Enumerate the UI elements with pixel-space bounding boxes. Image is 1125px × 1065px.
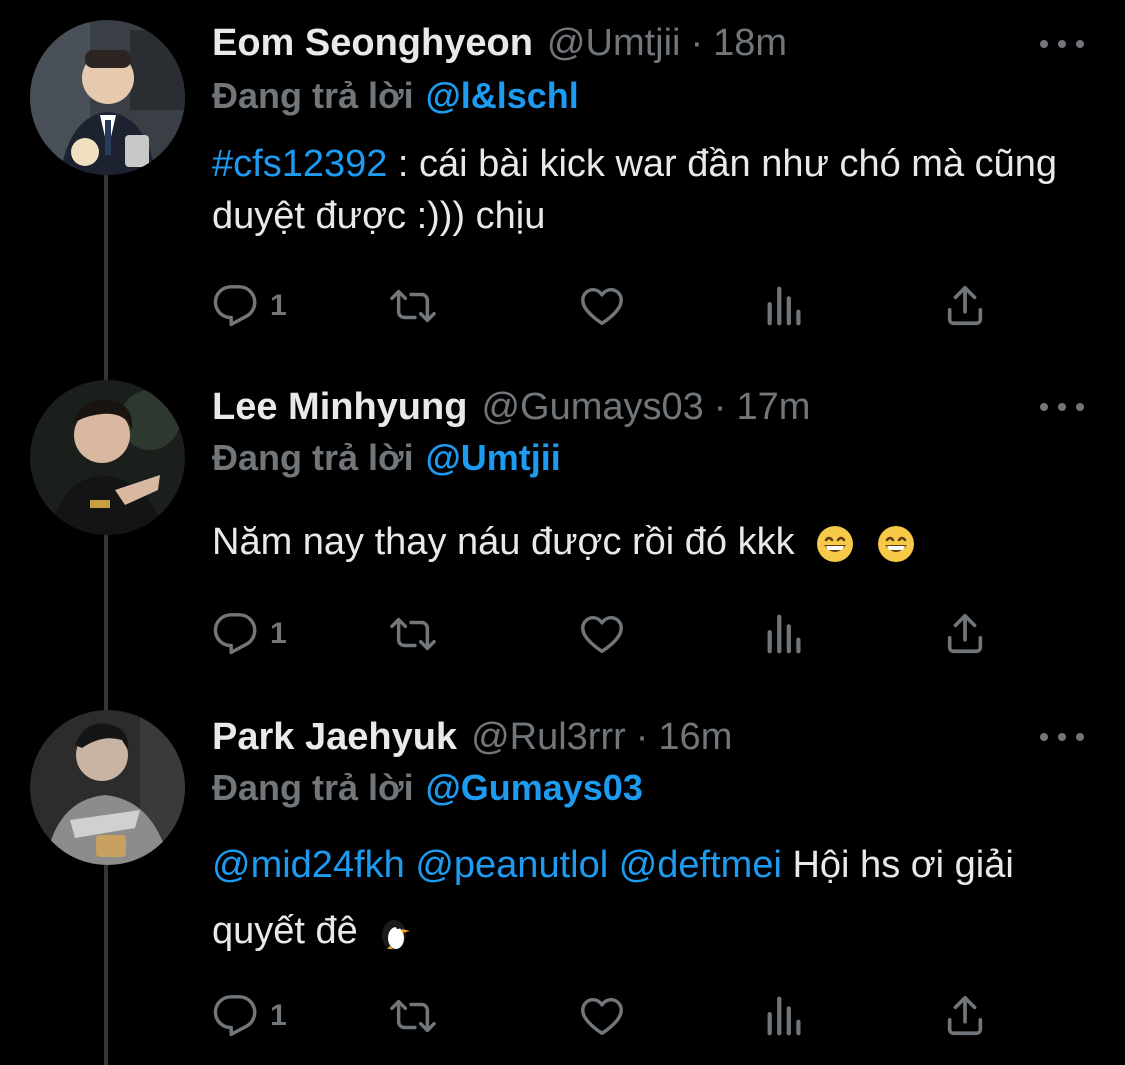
tweet-text: Năm nay thay náu được rồi đó kkk — [212, 516, 1092, 568]
like-button[interactable] — [579, 608, 625, 660]
mention-link[interactable]: @mid24fkh — [212, 844, 405, 886]
like-button[interactable] — [579, 990, 625, 1042]
share-icon — [947, 285, 983, 326]
reply-count: 1 — [270, 999, 287, 1032]
more-options-icon[interactable] — [1040, 727, 1084, 747]
tweet-text: @mid24fkh @peanutlol @deftmei Hội hs ơi … — [212, 832, 1092, 964]
user-handle[interactable]: @Rul3rrr — [471, 716, 626, 759]
replying-to-label: Đang trả lời — [212, 767, 414, 808]
reply-count: 1 — [270, 617, 287, 650]
timestamp[interactable]: 17m — [736, 386, 810, 429]
hashtag-link[interactable]: #cfs12392 — [212, 143, 387, 185]
avatar-image — [30, 20, 185, 175]
action-bar: 1 — [212, 608, 1012, 660]
replying-to-user[interactable]: @Gumays03 — [426, 767, 643, 809]
share-button[interactable] — [942, 990, 988, 1042]
views-button[interactable] — [762, 608, 808, 660]
user-handle[interactable]: @Gumays03 — [481, 386, 703, 429]
tweet-body: Năm nay thay náu được rồi đó kkk — [212, 521, 795, 563]
retweet-button[interactable] — [390, 608, 436, 660]
reply-count: 1 — [270, 289, 287, 322]
display-name[interactable]: Eom Seonghyeon — [212, 22, 533, 65]
replying-to-label: Đang trả lời — [212, 75, 414, 116]
penguin-emoji — [382, 919, 411, 950]
display-name[interactable]: Lee Minhyung — [212, 386, 467, 429]
reply-icon — [213, 285, 257, 327]
views-icon — [767, 996, 801, 1036]
avatar[interactable] — [30, 710, 185, 865]
more-options-icon[interactable] — [1040, 34, 1084, 54]
share-icon — [947, 995, 983, 1036]
display-name[interactable]: Park Jaehyuk — [212, 716, 457, 759]
reply-icon — [213, 995, 257, 1037]
avatar-image — [30, 710, 185, 865]
views-button[interactable] — [762, 280, 808, 332]
mention-link[interactable]: @peanutlol — [415, 844, 608, 886]
mention-link[interactable]: @deftmei — [619, 844, 782, 886]
more-options-icon[interactable] — [1040, 397, 1084, 417]
share-button[interactable] — [942, 280, 988, 332]
retweet-icon — [390, 617, 436, 651]
replying-to-user[interactable]: @Umtjii — [426, 437, 561, 479]
timestamp[interactable]: 18m — [713, 22, 787, 65]
avatar[interactable] — [30, 20, 185, 175]
avatar[interactable] — [30, 380, 185, 535]
avatar-image — [30, 380, 185, 535]
views-icon — [767, 286, 801, 326]
user-handle[interactable]: @Umtjii — [547, 22, 681, 65]
replying-to-label: Đang trả lời — [212, 437, 414, 478]
retweet-icon — [390, 289, 436, 323]
retweet-button[interactable] — [390, 280, 436, 332]
reply-icon — [213, 613, 257, 655]
grinning-face-emoji — [817, 525, 854, 562]
replying-to-user[interactable]: @l&lschl — [426, 75, 579, 117]
share-icon — [947, 613, 983, 654]
reply-button[interactable]: 1 — [212, 990, 287, 1042]
action-bar: 1 — [212, 990, 1012, 1042]
separator-dot: · — [635, 715, 649, 758]
retweet-button[interactable] — [390, 990, 436, 1042]
grinning-face-emoji — [877, 525, 914, 562]
like-icon — [581, 287, 623, 325]
views-icon — [767, 614, 801, 654]
separator-dot: · — [713, 385, 727, 428]
reply-button[interactable]: 1 — [212, 280, 287, 332]
like-icon — [581, 615, 623, 653]
views-button[interactable] — [762, 990, 808, 1042]
separator-dot: · — [690, 21, 704, 64]
action-bar: 1 — [212, 280, 1012, 332]
share-button[interactable] — [942, 608, 988, 660]
like-button[interactable] — [579, 280, 625, 332]
timestamp[interactable]: 16m — [658, 716, 732, 759]
thread-line — [104, 175, 108, 1065]
retweet-icon — [390, 999, 436, 1033]
tweet-text: #cfs12392 : cái bài kick war đần như chó… — [212, 138, 1092, 242]
reply-button[interactable]: 1 — [212, 608, 287, 660]
like-icon — [581, 997, 623, 1035]
